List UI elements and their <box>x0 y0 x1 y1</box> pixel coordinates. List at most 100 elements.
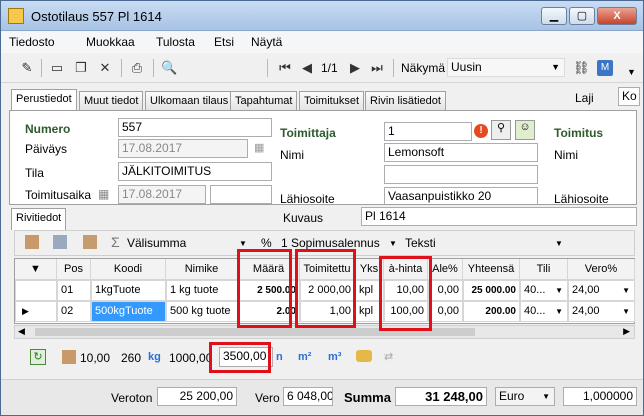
cell-nimike[interactable]: 1 kg tuote <box>166 280 238 301</box>
copy-icon[interactable]: ❐ <box>73 60 89 76</box>
new-document-icon[interactable]: ▭ <box>49 60 65 76</box>
menu-nayta[interactable]: Näytä <box>251 35 282 49</box>
cell-tili[interactable]: 40... ▼ <box>520 301 568 322</box>
tab-muut-tiedot[interactable]: Muut tiedot <box>79 91 144 110</box>
cell-vero[interactable]: 24,00 ▼ <box>568 280 635 301</box>
transfer-icon[interactable]: ⇄ <box>384 350 393 363</box>
delete-icon[interactable]: ✕ <box>97 60 113 76</box>
sigma-icon[interactable]: Σ <box>111 234 120 250</box>
nimi2-field[interactable] <box>384 165 538 184</box>
prev-page-icon[interactable]: ◀ <box>299 60 315 76</box>
col-vero[interactable]: Vero% <box>568 259 635 280</box>
boxes-icon[interactable] <box>25 235 39 249</box>
toimittaja-field[interactable]: 1 <box>384 122 472 141</box>
print-icon[interactable]: ⎙ <box>129 60 145 76</box>
grid-menu-icon[interactable]: ▼ <box>15 259 57 280</box>
ko-field[interactable]: Ko <box>618 87 640 106</box>
tab-ulkomaan-tilaus[interactable]: Ulkomaan tilaus <box>145 91 234 110</box>
totals-bar: Veroton 25 200,00 Vero 6 048,00 Summa 31… <box>1 379 643 415</box>
lahiosoite-field[interactable]: Vaasanpuistikko 20 <box>384 187 538 204</box>
currency-select[interactable]: Euro ▼ <box>495 387 555 406</box>
rate-field[interactable]: 1,000000 <box>563 387 637 406</box>
valisumma-select[interactable]: Välisumma <box>127 236 186 250</box>
cell-yhteensa[interactable]: 25 000.00 <box>463 280 520 301</box>
col-yhteensa[interactable]: Yhteensä <box>463 259 520 280</box>
toolbar-overflow-icon[interactable]: ▼ <box>627 67 636 77</box>
pallet-icon[interactable] <box>83 235 97 249</box>
maximize-button[interactable]: ▢ <box>569 7 595 25</box>
highlight-stat-c <box>209 342 271 373</box>
chevron-down-icon[interactable]: ▼ <box>622 281 630 300</box>
menu-tiedosto[interactable]: Tiedosto <box>9 35 55 49</box>
summa-label: Summa <box>344 390 391 405</box>
col-tili[interactable]: Tili <box>520 259 568 280</box>
tab-rivitiedot[interactable]: Rivitiedot <box>11 208 67 230</box>
col-koodi[interactable]: Koodi <box>91 259 166 280</box>
stack-icon[interactable] <box>53 235 67 249</box>
chevron-down-icon[interactable]: ▼ <box>622 302 630 321</box>
cell-nimike[interactable]: 500 kg tuote <box>166 301 238 322</box>
cell-koodi-selected[interactable]: 500kgTuote <box>91 301 166 322</box>
scroll-left-icon[interactable]: ◀ <box>18 326 25 337</box>
binoculars-icon[interactable]: 🔍 <box>161 60 177 76</box>
next-page-icon[interactable]: ▶ <box>347 60 363 76</box>
minimize-button[interactable]: ▁ <box>541 7 567 25</box>
chevron-down-icon[interactable]: ▼ <box>389 239 397 248</box>
view-select[interactable]: Uusin ▼ <box>447 58 565 77</box>
tab-tapahtumat[interactable]: Tapahtumat <box>230 91 298 110</box>
pager: 1/1 <box>321 61 338 75</box>
cell-tili[interactable]: 40... ▼ <box>520 280 568 301</box>
m-icon[interactable]: M <box>597 60 613 76</box>
numero-field[interactable]: 557 <box>118 118 272 137</box>
cell-koodi[interactable]: 1kgTuote <box>91 280 166 301</box>
toimittaja-label: Toimittaja <box>280 126 336 140</box>
col-nimike[interactable]: Nimike <box>166 259 238 280</box>
row-selector[interactable] <box>15 280 57 301</box>
cell-pos[interactable]: 01 <box>57 280 91 301</box>
menu-muokkaa[interactable]: Muokkaa <box>86 35 135 49</box>
cell-ale[interactable]: 0,00 <box>428 301 463 322</box>
calendar-icon[interactable]: ▦ <box>254 141 264 154</box>
row-selector-arrow-icon[interactable]: ▶ <box>15 301 57 322</box>
scroll-right-icon[interactable]: ▶ <box>623 326 630 337</box>
menu-etsi[interactable]: Etsi <box>214 35 234 49</box>
user-icon[interactable]: ☺ <box>515 120 535 140</box>
handshake-icon[interactable] <box>356 350 372 362</box>
stat-b: 260 <box>121 351 142 365</box>
cell-yhteensa[interactable]: 200.00 <box>463 301 520 322</box>
last-page-icon[interactable]: ⏭ <box>369 60 385 76</box>
toimitusaika-time-field[interactable] <box>210 185 272 204</box>
teksti-select[interactable]: Teksti <box>405 236 436 250</box>
tab-rivin-lisatiedot[interactable]: Rivin lisätiedot <box>365 91 446 110</box>
menu-tulosta[interactable]: Tulosta <box>156 35 195 49</box>
nimi-field[interactable]: Lemonsoft <box>384 143 538 162</box>
warning-icon[interactable]: ! <box>474 124 488 138</box>
vero-label: Vero <box>255 391 280 405</box>
tab-perustiedot[interactable]: Perustiedot <box>11 89 77 111</box>
cell-vero[interactable]: 24,00 ▼ <box>568 301 635 322</box>
col-ale[interactable]: Ale% <box>428 259 463 280</box>
cell-ale[interactable]: 0,00 <box>428 280 463 301</box>
veroton-label: Veroton <box>111 391 153 405</box>
sopimusalennus-select[interactable]: 1 Sopimusalennus <box>281 236 380 250</box>
refresh-icon[interactable]: ↻ <box>30 349 46 365</box>
chevron-down-icon[interactable]: ▼ <box>542 388 550 405</box>
chevron-down-icon[interactable]: ▼ <box>555 239 563 248</box>
chevron-down-icon[interactable]: ▼ <box>555 281 563 300</box>
cell-pos[interactable]: 02 <box>57 301 91 322</box>
kuvaus-field[interactable]: Pl 1614 <box>361 207 637 226</box>
link-icon[interactable]: ⛓ <box>573 60 590 76</box>
close-button[interactable]: X <box>597 7 637 25</box>
chevron-down-icon[interactable]: ▼ <box>555 302 563 321</box>
search-icon[interactable]: ⚲ <box>491 120 511 140</box>
first-page-icon[interactable]: ⏮ <box>277 60 293 76</box>
tila-field[interactable]: JÄLKITOIMITUS <box>118 162 272 181</box>
tab-toimitukset[interactable]: Toimitukset <box>299 91 365 110</box>
paivays-field[interactable]: 17.08.2017 <box>118 139 248 158</box>
col-pos[interactable]: Pos <box>57 259 91 280</box>
chevron-down-icon[interactable]: ▼ <box>239 239 247 248</box>
stats-bar: ↻ 10,00 260 kg 1000,00 3500,00 n m² m³ ⇄ <box>14 341 635 371</box>
toimitusaika-field[interactable]: 17.08.2017 <box>118 185 206 204</box>
edit-icon[interactable]: ✎ <box>19 60 35 76</box>
calendar-icon[interactable]: ▦ <box>98 187 109 201</box>
